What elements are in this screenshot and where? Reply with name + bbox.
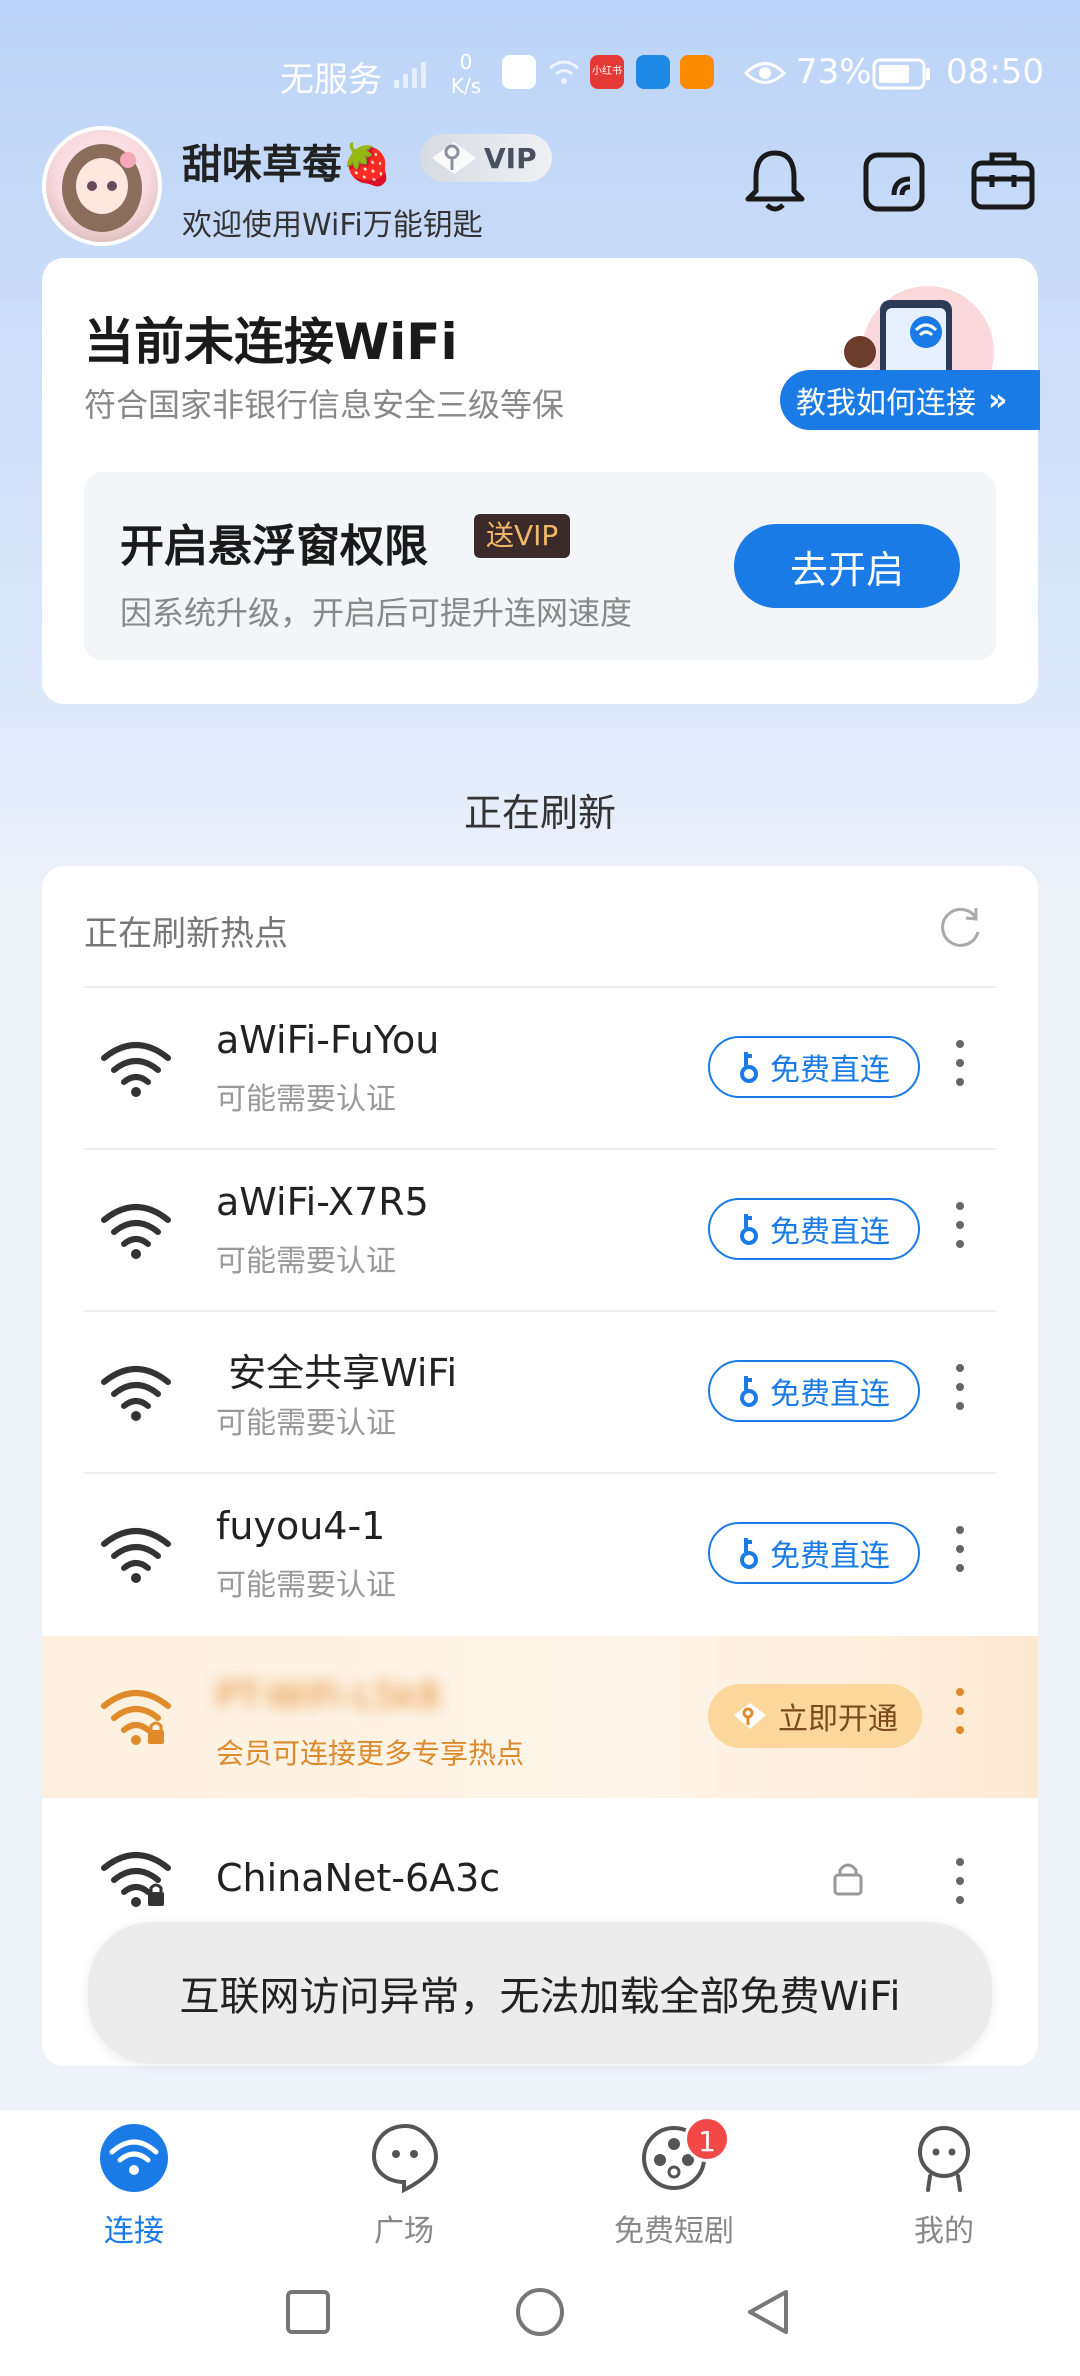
carrier-text: 无服务 [280,60,382,100]
system-navigation-bar [0,2250,1080,2376]
refresh-status: 正在刷新 [463,791,616,835]
profile-face-icon [918,2126,970,2192]
more-options-icon[interactable] [952,1364,968,1424]
connection-status-title: 当前未连接WiFi [84,313,458,371]
avatar-image [62,144,142,232]
wifi-row[interactable]: aWiFi-X7R5 可能需要认证 免费直连 [42,1150,1038,1312]
more-options-icon[interactable] [952,1202,968,1262]
network-error-toast: 互联网访问异常，无法加载全部免费WiFi [88,1922,992,2064]
free-connect-button[interactable]: 免费直连 [708,1522,920,1584]
teach-connect-label: 教我如何连接 [796,386,976,421]
nav-label: 我的 [914,2214,974,2249]
key-icon [740,1538,758,1569]
clock: 08:50 [946,52,1044,92]
enable-permission-button[interactable]: 去开启 [734,524,960,608]
wifi-row[interactable]: aWiFi-FuYou 可能需要认证 免费直连 [42,988,1038,1150]
wifi-note: 可能需要认证 [216,1082,396,1117]
status-bar: 无服务 0 K/s 小红书 73% 08:50 [0,0,1080,150]
shopping-bag-icon [502,55,536,89]
free-connect-label: 免费直连 [770,1377,890,1412]
game-app-icon [680,55,714,89]
wifi-ssid: fuyou4-1 [216,1504,386,1548]
wifi-status-icon [549,60,579,84]
wifi-row[interactable]: 安全共享WiFi 可能需要认证 免费直连 [42,1312,1038,1474]
nav-label: 连接 [104,2214,164,2249]
teach-connect-button[interactable]: 教我如何连接 » [780,370,1040,430]
nav-tab-short-drama[interactable]: 1 免费短剧 [574,2110,774,2250]
nav-label: 广场 [374,2214,434,2249]
wifi-note: 可能需要认证 [216,1406,396,1441]
wifi-note: 可能需要认证 [216,1568,396,1603]
key-icon [740,1214,758,1245]
key-icon [740,1376,758,1407]
no-signal-icon [394,62,426,88]
vip-gem-icon [734,1703,766,1729]
free-connect-label: 免费直连 [770,1215,890,1250]
nav-tab-square[interactable]: 广场 [304,2110,504,2250]
back-icon[interactable] [744,2286,792,2338]
wifi-ssid: aWiFi-X7R5 [216,1180,429,1224]
wifi-signal-icon [101,1204,171,1259]
wifi-lock-icon [101,1690,171,1745]
key-icon [432,142,476,174]
more-options-icon[interactable] [952,1688,968,1748]
wifi-ssid: aWiFi-FuYou [216,1018,440,1062]
wifi-row[interactable]: fuyou4-1 可能需要认证 免费直连 [42,1474,1038,1636]
double-chevron-right-icon: » [988,382,1008,418]
security-subtitle: 符合国家非银行信息安全三级等保 [84,386,565,424]
browser-app-icon [636,55,670,89]
refresh-icon[interactable] [936,902,986,952]
battery-percent: 73% [796,52,872,92]
battery-icon [872,58,930,90]
more-options-icon[interactable] [952,1526,968,1586]
open-vip-button[interactable]: 立即开通 [708,1684,922,1748]
free-connect-button[interactable]: 免费直连 [708,1036,920,1098]
more-options-icon[interactable] [952,1858,968,1918]
wifi-icon [100,2124,168,2192]
free-connect-label: 免费直连 [770,1053,890,1088]
vip-label: VIP [484,141,537,175]
vip-wifi-ssid: PT-WiFi-L5k8 [216,1676,441,1717]
list-header: 正在刷新热点 [84,914,288,954]
wifi-signal-icon [101,1528,171,1583]
net-speed: 0 K/s [446,50,486,98]
vip-wifi-row[interactable]: PT-WiFi-L5k8 会员可连接更多专享热点 立即开通 [42,1636,1038,1798]
more-options-icon[interactable] [952,1040,968,1100]
eye-icon [744,62,786,84]
nav-tab-connect[interactable]: 连接 [34,2110,234,2250]
open-vip-label: 立即开通 [778,1702,898,1737]
vip-badge[interactable]: VIP [420,134,552,182]
wifi-lock-icon [101,1852,171,1907]
key-icon [740,1052,758,1083]
notification-badge: 1 [684,2116,730,2162]
home-icon[interactable] [514,2286,566,2338]
welcome-text: 欢迎使用WiFi万能钥匙 [182,208,483,243]
username: 甜味草莓🍓 [182,142,392,188]
wifi-signal-icon [101,1042,171,1097]
free-connect-button[interactable]: 免费直连 [708,1198,920,1260]
chat-face-icon [371,2123,438,2194]
vip-wifi-note: 会员可连接更多专享热点 [216,1737,525,1770]
permission-title: 开启悬浮窗权限 [120,521,428,572]
wifi-ssid: ChinaNet-6A3c [216,1856,501,1900]
free-connect-label: 免费直连 [770,1539,890,1574]
wifi-note: 可能需要认证 [216,1244,396,1279]
permission-subtitle: 因系统升级，开启后可提升连网速度 [120,594,633,632]
nav-tab-mine[interactable]: 我的 [844,2110,1044,2250]
free-connect-button[interactable]: 免费直连 [708,1360,920,1422]
scan-card-icon[interactable] [860,145,930,215]
lock-icon [833,1863,863,1896]
gift-vip-badge: 送VIP [474,514,571,558]
net-speed-value: 0 [459,50,473,74]
nav-label: 免费短剧 [614,2214,734,2249]
net-speed-unit: K/s [450,74,482,98]
recent-apps-icon[interactable] [284,2288,332,2336]
app-notification-icon: 小红书 [590,55,624,89]
bottom-navigation: 连接 广场 1 免费短剧 我的 [0,2110,1080,2250]
bell-icon[interactable] [740,145,810,215]
avatar[interactable] [42,126,162,246]
wifi-signal-icon [101,1366,171,1421]
wifi-ssid: 安全共享WiFi [216,1351,458,1395]
toolbox-icon[interactable] [968,145,1038,215]
